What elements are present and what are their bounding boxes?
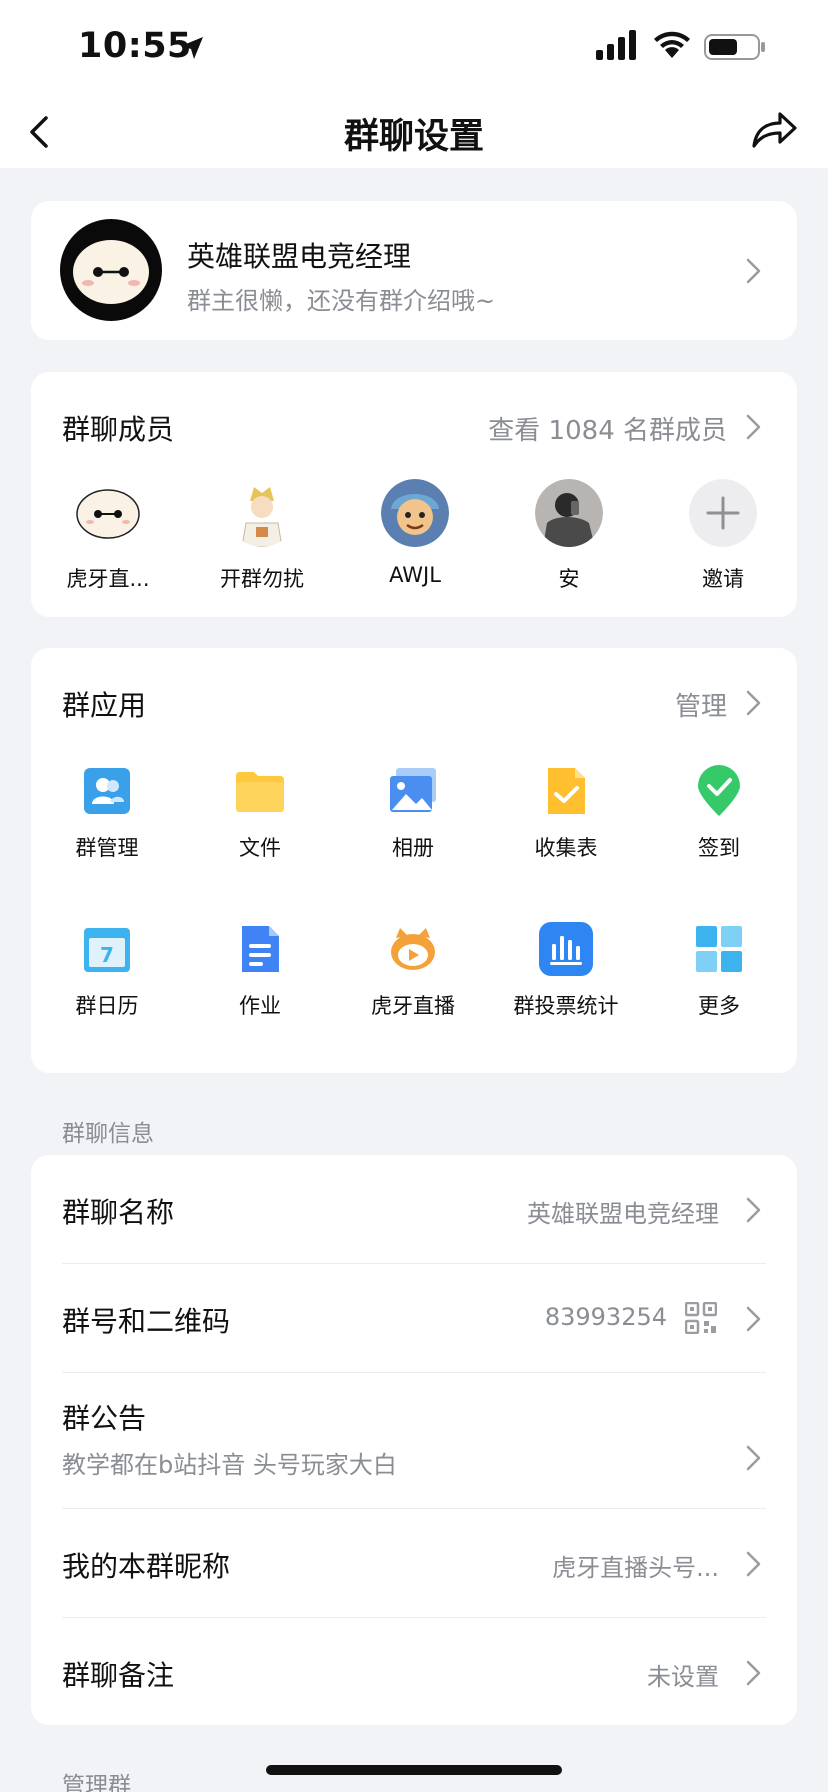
- app-calendar[interactable]: 7 群日历: [31, 922, 183, 1020]
- member-item[interactable]: AWJL: [350, 479, 480, 587]
- group-notice-label: 群公告: [62, 1402, 147, 1435]
- plus-icon: [689, 479, 757, 547]
- group-profile-card[interactable]: 英雄联盟电竞经理 群主很懒，还没有群介绍哦~: [31, 201, 797, 340]
- app-label: 签到: [698, 836, 740, 860]
- chevron-right-icon: [746, 1551, 761, 1577]
- app-label: 作业: [239, 994, 281, 1018]
- invite-member-button[interactable]: 邀请: [658, 479, 788, 593]
- manage-group-section-label: 管理群: [62, 1773, 131, 1792]
- group-name-row[interactable]: 群聊名称 英雄联盟电竞经理: [31, 1155, 797, 1263]
- member-avatar: [74, 479, 142, 547]
- app-album[interactable]: 相册: [337, 764, 489, 862]
- group-manage-icon: [84, 768, 130, 814]
- members-section-title: 群聊成员: [62, 413, 175, 446]
- group-apps-card: 群应用 管理 群管理 文件 相册 收集表 签到 7 群日历 作业 虎牙直播 群投…: [31, 648, 797, 1073]
- group-remark-value: 未设置: [647, 1663, 719, 1691]
- member-avatar: [228, 479, 296, 548]
- app-group-manage[interactable]: 群管理: [31, 764, 183, 862]
- group-name-value: 英雄联盟电竞经理: [527, 1200, 719, 1228]
- qr-code-icon: [685, 1302, 717, 1334]
- chevron-right-icon: [746, 1197, 761, 1223]
- invite-label: 邀请: [702, 567, 744, 591]
- group-members-card: 群聊成员 查看 1084 名群成员 虎牙直... 开群勿扰 AWJL 安 邀请: [31, 372, 797, 617]
- app-label: 更多: [698, 994, 740, 1018]
- my-nickname-row[interactable]: 我的本群昵称 虎牙直播头号...: [31, 1509, 797, 1617]
- cellular-signal-icon: [596, 30, 636, 60]
- group-info-card: 群聊名称 英雄联盟电竞经理 群号和二维码 83993254 群公告 教学都在b站…: [31, 1155, 797, 1725]
- group-number-value: 83993254: [544, 1303, 667, 1331]
- view-all-members-link[interactable]: 查看 1084 名群成员: [488, 410, 727, 447]
- svg-text:7: 7: [100, 943, 114, 967]
- app-label: 相册: [392, 836, 434, 860]
- member-item[interactable]: 安: [504, 479, 634, 593]
- member-avatar: [535, 479, 603, 547]
- folder-icon: [236, 772, 284, 812]
- homework-icon: [242, 926, 279, 972]
- chevron-right-icon: [746, 690, 761, 716]
- app-more[interactable]: 更多: [643, 922, 795, 1020]
- app-label: 文件: [239, 836, 281, 860]
- group-number-label: 群号和二维码: [62, 1305, 231, 1338]
- apps-manage-link[interactable]: 管理: [675, 686, 727, 723]
- huya-live-icon: [391, 928, 435, 970]
- group-notice-value: 教学都在b站抖音 头号玩家大白: [62, 1451, 397, 1479]
- group-avatar: [60, 219, 162, 321]
- chevron-right-icon: [746, 414, 761, 440]
- group-intro: 群主很懒，还没有群介绍哦~: [187, 287, 496, 315]
- group-remark-label: 群聊备注: [62, 1659, 175, 1692]
- member-name: 安: [558, 567, 580, 591]
- page-title: 群聊设置: [343, 117, 484, 157]
- app-huya-live[interactable]: 虎牙直播: [337, 922, 489, 1020]
- chevron-right-icon: [746, 258, 761, 284]
- group-number-qr-row[interactable]: 群号和二维码 83993254: [31, 1264, 797, 1372]
- calendar-icon: 7: [84, 928, 130, 972]
- app-label: 虎牙直播: [371, 994, 455, 1018]
- app-label: 群管理: [75, 836, 139, 860]
- collection-form-icon: [548, 768, 585, 814]
- app-vote-stats[interactable]: 群投票统计: [490, 922, 642, 1020]
- member-avatar: [381, 479, 449, 547]
- app-check-in[interactable]: 签到: [643, 764, 795, 862]
- photo-album-icon: [390, 768, 436, 812]
- group-info-section-label: 群聊信息: [62, 1121, 154, 1147]
- group-notice-row[interactable]: 群公告 教学都在b站抖音 头号玩家大白: [31, 1373, 797, 1508]
- chevron-right-icon: [746, 1445, 761, 1471]
- app-collection-form[interactable]: 收集表: [490, 764, 642, 862]
- wifi-icon: [654, 31, 690, 58]
- vote-stats-icon: [539, 922, 593, 976]
- chevron-right-icon: [746, 1660, 761, 1686]
- check-in-icon: [698, 765, 740, 816]
- status-time: 10:55: [78, 26, 192, 66]
- location-arrow-icon: [181, 37, 203, 59]
- chevron-right-icon: [746, 1306, 761, 1332]
- share-icon[interactable]: [748, 106, 800, 154]
- group-name: 英雄联盟电竞经理: [187, 240, 412, 273]
- my-nickname-label: 我的本群昵称: [62, 1550, 231, 1583]
- member-item[interactable]: 虎牙直...: [43, 479, 173, 593]
- status-bar: 10:55: [0, 0, 828, 96]
- app-files[interactable]: 文件: [184, 764, 336, 862]
- app-label: 群日历: [75, 994, 139, 1018]
- battery-icon: [704, 34, 765, 60]
- more-grid-icon: [696, 926, 742, 972]
- member-item[interactable]: 开群勿扰: [197, 479, 327, 593]
- member-name: 虎牙直...: [66, 567, 150, 591]
- apps-section-title: 群应用: [62, 689, 147, 722]
- navigation-bar: 群聊设置: [0, 96, 828, 168]
- member-name: 开群勿扰: [220, 567, 304, 591]
- home-indicator[interactable]: [266, 1765, 562, 1775]
- app-homework[interactable]: 作业: [184, 922, 336, 1020]
- member-name: AWJL: [389, 563, 441, 587]
- group-name-label: 群聊名称: [62, 1196, 175, 1229]
- group-remark-row[interactable]: 群聊备注 未设置: [31, 1618, 797, 1725]
- app-label: 收集表: [534, 836, 598, 860]
- my-nickname-value: 虎牙直播头号...: [552, 1554, 719, 1582]
- app-label: 群投票统计: [513, 994, 619, 1018]
